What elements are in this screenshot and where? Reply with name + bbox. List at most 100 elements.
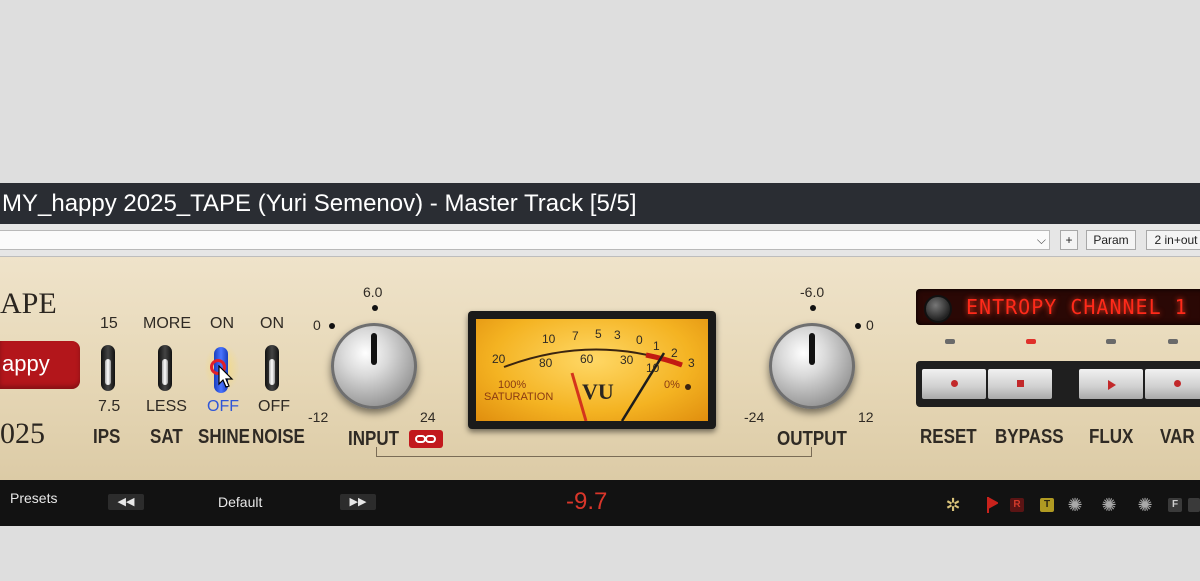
settings-gear-icon[interactable]: ✲ [944, 496, 962, 514]
input-scale-top: 6.0 [363, 284, 383, 300]
preset-bar: Presets ◀◀ Default ▶▶ -9.7 ✲ R T ✺ ✺ ✺ F [0, 480, 1200, 526]
output-scale-dot [810, 305, 816, 311]
shine-bottom-label: OFF [207, 398, 239, 415]
vu-meter-face: 10 7 5 3 0 1 2 3 20 80 60 30 10 100% SAT… [476, 319, 708, 421]
mouse-cursor-icon [218, 365, 234, 388]
display-power-button[interactable] [924, 295, 952, 323]
burst-icon[interactable]: ✺ [1100, 496, 1118, 514]
param-button[interactable]: Param [1086, 230, 1136, 250]
display-text: ENTROPY CHANNEL 1 [966, 295, 1188, 319]
shine-top-label: ON [210, 315, 234, 332]
flux-label: FLUX [1089, 426, 1134, 448]
output-scale-dot [855, 323, 861, 329]
sat-label: SAT [150, 426, 183, 448]
vu-lower-label: 60 [580, 352, 594, 366]
product-name-badge: appy [0, 341, 80, 389]
var-label: VAR [1160, 426, 1195, 448]
vu-scale-label: 7 [572, 329, 579, 343]
output-scale-min: -24 [744, 409, 765, 425]
input-scale-dot [329, 323, 335, 329]
reset-label: RESET [920, 426, 977, 448]
sat-top-label: MORE [143, 315, 191, 332]
input-knob[interactable] [331, 323, 417, 409]
presets-menu[interactable]: Presets [10, 490, 57, 506]
vu-scale-label: 3 [688, 356, 695, 370]
brand-logo: APE [0, 287, 57, 320]
window-title-bar: MY_happy 2025_TAPE (Yuri Semenov) - Mast… [0, 183, 1200, 224]
noise-toggle[interactable] [265, 345, 279, 391]
input-scale-min: -12 [308, 409, 329, 425]
vu-scale-label: 1 [653, 339, 660, 353]
vu-saturation-label: SATURATION [484, 391, 554, 403]
input-scale-left: 0 [313, 317, 321, 333]
ips-bottom-label: 7.5 [98, 398, 121, 415]
output-scale-max: 12 [858, 409, 874, 425]
gain-link-bracket [376, 447, 812, 457]
indicator-light [1168, 339, 1178, 344]
burst-icon[interactable]: ✺ [1136, 496, 1154, 514]
sat-toggle[interactable] [158, 345, 172, 391]
knob-pointer [809, 333, 815, 365]
var-button[interactable] [1145, 369, 1200, 399]
ips-toggle[interactable] [101, 345, 115, 391]
prev-preset-button[interactable]: ◀◀ [108, 494, 144, 510]
input-scale-dot [372, 305, 378, 311]
knob-pointer [371, 333, 377, 365]
input-scale-max: 24 [420, 409, 436, 425]
chevron-down-icon[interactable]: ⌵ [1037, 231, 1046, 249]
flux-button[interactable] [1079, 369, 1143, 399]
flag-icon[interactable] [986, 496, 998, 514]
noise-top-label: ON [260, 315, 284, 332]
vu-percent-left: 100% [498, 379, 527, 391]
host-toolbar: ⌵ + Param 2 in+out [0, 224, 1200, 257]
f-button[interactable]: F [1168, 498, 1182, 512]
noise-bottom-label: OFF [258, 398, 290, 415]
bypass-label: BYPASS [995, 426, 1064, 448]
vu-scale-label: 10 [542, 332, 556, 346]
t-button[interactable]: T [1040, 498, 1054, 512]
ips-top-label: 15 [100, 315, 118, 332]
preset-name[interactable]: Default [218, 494, 262, 510]
button-strip [916, 361, 1200, 407]
vu-lower-label: 10 [646, 361, 660, 375]
vu-scale-label: 0 [636, 333, 643, 347]
link-icon[interactable] [409, 430, 443, 448]
flux-play-icon [1108, 380, 1116, 390]
product-year: 025 [0, 417, 45, 450]
vu-brand: VU [582, 379, 614, 404]
indicator-light [1026, 339, 1036, 344]
indicator-light [945, 339, 955, 344]
next-preset-button[interactable]: ▶▶ [340, 494, 376, 510]
vu-scale-label: 3 [614, 328, 621, 342]
level-readout: -9.7 [566, 488, 608, 515]
output-scale-top: -6.0 [800, 284, 825, 300]
ips-label: IPS [93, 426, 121, 448]
preset-combo[interactable]: ⌵ [0, 230, 1050, 250]
vu-scale-label: 5 [595, 327, 602, 341]
led-display: ENTROPY CHANNEL 1 [916, 289, 1200, 325]
reset-button[interactable] [922, 369, 986, 399]
vu-percent-right: 0% [664, 379, 680, 391]
vu-meter: 10 7 5 3 0 1 2 3 20 80 60 30 10 100% SAT… [468, 311, 716, 429]
plugin-panel: APE appy 025 15 7.5 IPS MORE LESS SAT ON… [0, 257, 1200, 480]
burst-icon[interactable]: ✺ [1066, 496, 1084, 514]
bypass-button[interactable] [988, 369, 1052, 399]
vu-lower-label: 80 [539, 356, 553, 370]
vu-scale-label: 2 [671, 346, 678, 360]
shine-label: SHINE [198, 426, 250, 448]
output-scale-right: 0 [866, 317, 874, 333]
vu-lower-label: 30 [620, 353, 634, 367]
vu-lower-label: 20 [492, 352, 506, 366]
output-label: OUTPUT [777, 428, 847, 450]
extra-button[interactable] [1188, 498, 1200, 512]
output-knob[interactable] [769, 323, 855, 409]
indicator-light [1106, 339, 1116, 344]
bypass-square-icon [1017, 380, 1024, 387]
reset-dot-icon [951, 380, 958, 387]
io-button[interactable]: 2 in+out [1146, 230, 1200, 250]
vu-scale-arc [503, 348, 691, 421]
record-r-button[interactable]: R [1010, 498, 1024, 512]
var-dot-icon [1174, 380, 1181, 387]
sat-bottom-label: LESS [146, 398, 187, 415]
add-button[interactable]: + [1060, 230, 1078, 250]
